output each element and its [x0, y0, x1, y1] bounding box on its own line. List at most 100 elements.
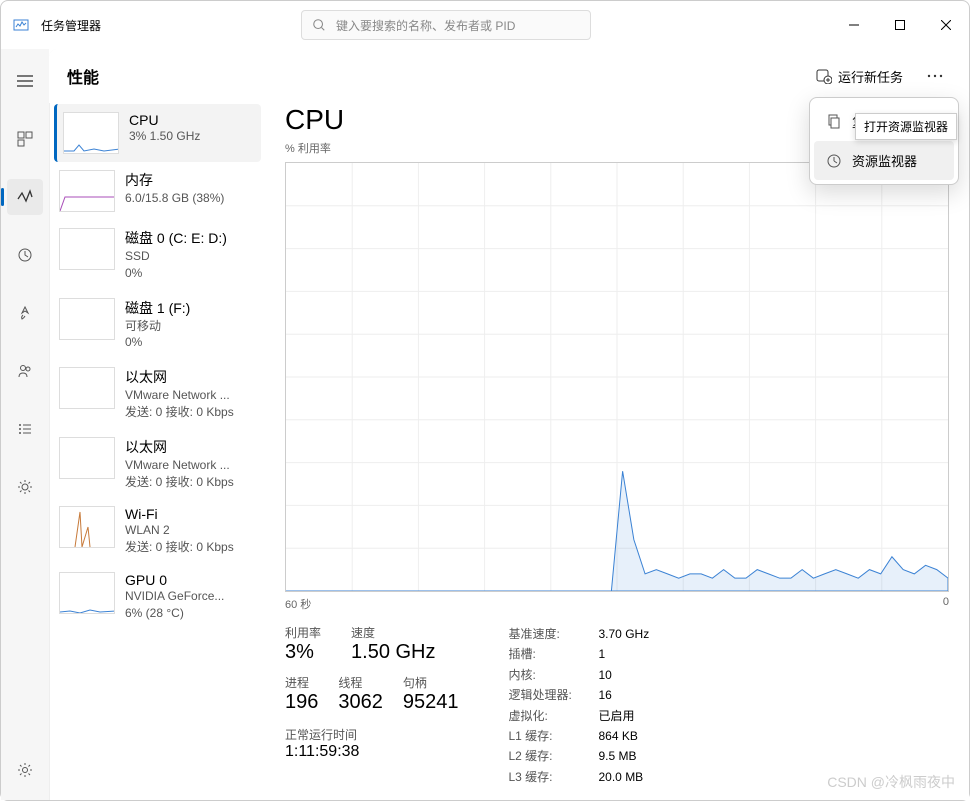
- info-virt-value: 已启用: [599, 706, 635, 726]
- sidebar-eth2-sub1: VMware Network ...: [125, 457, 234, 474]
- sidebar-eth2-name: 以太网: [125, 437, 234, 457]
- info-logical-value: 16: [599, 685, 612, 705]
- chart-x-right: 0: [943, 596, 949, 612]
- info-l2-label: L2 缓存:: [509, 746, 581, 766]
- sidebar-gpu-sub1: NVIDIA GeForce...: [125, 588, 224, 605]
- info-base-speed-label: 基准速度:: [509, 624, 581, 644]
- sidebar-item-wifi[interactable]: Wi-FiWLAN 2发送: 0 接收: 0 Kbps: [50, 498, 265, 564]
- stats-right: 基准速度:3.70 GHz 插槽:1 内核:10 逻辑处理器:16 虚拟化:已启…: [509, 624, 650, 787]
- nav-performance[interactable]: [7, 179, 43, 215]
- sidebar-gpu-sub2: 6% (28 °C): [125, 605, 224, 622]
- sidebar-disk0-name: 磁盘 0 (C: E: D:): [125, 228, 227, 248]
- stat-proc-label: 进程: [285, 674, 318, 691]
- info-cores-label: 内核:: [509, 665, 581, 685]
- info-l1-label: L1 缓存:: [509, 726, 581, 746]
- stat-handles-label: 句柄: [403, 674, 459, 691]
- stat-threads-value: 3062: [338, 691, 383, 714]
- memory-thumb: [59, 170, 115, 212]
- sidebar-wifi-sub1: WLAN 2: [125, 522, 234, 539]
- search-icon: [312, 18, 326, 32]
- nav-details[interactable]: [7, 411, 43, 447]
- stat-util-value: 3%: [285, 641, 321, 664]
- services-icon: [17, 479, 33, 495]
- sidebar-disk1-sub1: 可移动: [125, 318, 190, 335]
- cpu-chart: [285, 162, 949, 592]
- stat-util-label: 利用率: [285, 624, 321, 641]
- performance-icon: [17, 189, 33, 205]
- stat-threads-label: 线程: [338, 674, 383, 691]
- info-base-speed-value: 3.70 GHz: [599, 624, 650, 644]
- detail-title: CPU: [285, 104, 344, 136]
- sidebar-gpu-name: GPU 0: [125, 572, 224, 588]
- tooltip: 打开资源监视器: [855, 113, 957, 140]
- sidebar-wifi-name: Wi-Fi: [125, 506, 234, 522]
- stat-uptime-label: 正常运行时间: [285, 726, 459, 743]
- info-virt-label: 虚拟化:: [509, 706, 581, 726]
- disk1-thumb: [59, 298, 115, 340]
- sidebar-disk0-sub1: SSD: [125, 248, 227, 265]
- search-input[interactable]: 键入要搜索的名称、发布者或 PID: [301, 10, 591, 40]
- more-button[interactable]: [919, 60, 951, 92]
- run-new-task-button[interactable]: 运行新任务: [806, 61, 913, 92]
- processes-icon: [17, 131, 33, 147]
- sidebar-cpu-sub: 3% 1.50 GHz: [129, 128, 200, 145]
- copy-icon: [826, 114, 842, 130]
- chart-x-left: 60 秒: [285, 596, 311, 612]
- history-icon: [17, 247, 33, 263]
- sidebar-item-disk0[interactable]: 磁盘 0 (C: E: D:)SSD0%: [50, 220, 265, 290]
- sidebar-eth2-sub2: 发送: 0 接收: 0 Kbps: [125, 474, 234, 491]
- close-button[interactable]: [923, 9, 969, 41]
- sidebar-item-cpu[interactable]: CPU3% 1.50 GHz: [54, 104, 261, 162]
- nav-app-history[interactable]: [7, 237, 43, 273]
- sidebar-item-ethernet-1[interactable]: 以太网VMware Network ...发送: 0 接收: 0 Kbps: [50, 359, 265, 429]
- info-sockets-value: 1: [599, 644, 606, 664]
- page-title: 性能: [67, 64, 99, 88]
- stats-left: 利用率3% 速度1.50 GHz 进程196 线程3062 句柄95241 正常…: [285, 624, 459, 787]
- nav-settings[interactable]: [7, 752, 43, 788]
- startup-icon: [17, 305, 33, 321]
- performance-sidebar: CPU3% 1.50 GHz 内存6.0/15.8 GB (38%) 磁盘 0 …: [50, 50, 265, 800]
- sidebar-item-disk1[interactable]: 磁盘 1 (F:)可移动0%: [50, 290, 265, 360]
- menu-item-resource-monitor[interactable]: 资源监视器: [814, 141, 954, 180]
- nav-services[interactable]: [7, 469, 43, 505]
- maximize-button[interactable]: [877, 9, 923, 41]
- sidebar-cpu-name: CPU: [129, 112, 200, 128]
- info-l2-value: 9.5 MB: [599, 746, 637, 766]
- info-sockets-label: 插槽:: [509, 644, 581, 664]
- nav-users[interactable]: [7, 353, 43, 389]
- info-logical-label: 逻辑处理器:: [509, 685, 581, 705]
- search-placeholder: 键入要搜索的名称、发布者或 PID: [336, 17, 515, 34]
- sidebar-item-memory[interactable]: 内存6.0/15.8 GB (38%): [50, 162, 265, 220]
- disk0-thumb: [59, 228, 115, 270]
- app-title: 任务管理器: [41, 17, 101, 34]
- stat-handles-value: 95241: [403, 691, 459, 714]
- sidebar-item-gpu[interactable]: GPU 0NVIDIA GeForce...6% (28 °C): [50, 564, 265, 630]
- page-header: 性能 运行新任务: [49, 49, 969, 103]
- minimize-button[interactable]: [831, 9, 877, 41]
- sidebar-memory-sub: 6.0/15.8 GB (38%): [125, 190, 224, 207]
- nav-startup[interactable]: [7, 295, 43, 331]
- info-l3-label: L3 缓存:: [509, 767, 581, 787]
- info-l3-value: 20.0 MB: [599, 767, 644, 787]
- more-icon: [927, 74, 943, 78]
- nav-rail: [1, 49, 49, 800]
- sidebar-disk0-sub2: 0%: [125, 265, 227, 282]
- sidebar-wifi-sub2: 发送: 0 接收: 0 Kbps: [125, 539, 234, 556]
- run-task-icon: [816, 68, 832, 84]
- hamburger-icon: [17, 75, 33, 87]
- nav-processes[interactable]: [7, 121, 43, 157]
- cpu-thumb: [63, 112, 119, 154]
- more-menu-popup: 复 资源监视器: [809, 97, 959, 185]
- sidebar-memory-name: 内存: [125, 170, 224, 190]
- sidebar-disk1-sub2: 0%: [125, 334, 190, 351]
- sidebar-eth1-sub2: 发送: 0 接收: 0 Kbps: [125, 404, 234, 421]
- window-controls: [831, 9, 969, 41]
- gear-icon: [17, 762, 33, 778]
- sidebar-eth1-name: 以太网: [125, 367, 234, 387]
- info-l1-value: 864 KB: [599, 726, 638, 746]
- sidebar-item-ethernet-2[interactable]: 以太网VMware Network ...发送: 0 接收: 0 Kbps: [50, 429, 265, 499]
- gpu-thumb: [59, 572, 115, 614]
- nav-hamburger[interactable]: [7, 63, 43, 99]
- menu-resource-monitor-label: 资源监视器: [852, 151, 917, 170]
- stat-speed-label: 速度: [351, 624, 435, 641]
